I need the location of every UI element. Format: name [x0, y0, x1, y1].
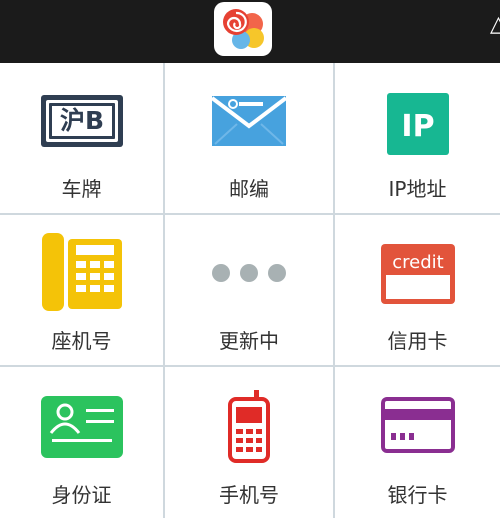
tile-label: 手机号: [219, 483, 279, 507]
bank-card-icon: [380, 397, 455, 453]
feature-grid: 沪B 车牌 邮编 IP IP地址 座机号 更新中 credit 信用卡 身份证 …: [0, 63, 500, 518]
tile-label: IP地址: [388, 177, 447, 201]
tile-credit-card[interactable]: credit 信用卡: [335, 215, 500, 365]
tile-label: 邮编: [229, 177, 269, 201]
license-plate-icon: 沪B: [40, 95, 123, 147]
tile-bank-card[interactable]: 银行卡: [335, 367, 500, 518]
tile-label: 信用卡: [387, 329, 448, 353]
tile-postcode[interactable]: 邮编: [165, 63, 333, 213]
tile-label: 更新中: [219, 329, 279, 353]
id-card-icon: [40, 396, 123, 458]
credit-card-icon: credit: [380, 244, 455, 304]
tile-landline[interactable]: 座机号: [0, 215, 163, 365]
mobile-phone-icon: [228, 390, 270, 463]
tile-updating[interactable]: 更新中: [165, 215, 333, 365]
tile-mobile[interactable]: 手机号: [165, 367, 333, 518]
credit-card-icon-text: credit: [392, 252, 443, 273]
app-logo-icon: [214, 2, 272, 56]
tile-id-card[interactable]: 身份证: [0, 367, 163, 518]
tile-ip-address[interactable]: IP IP地址: [335, 63, 500, 213]
tile-label: 座机号: [51, 329, 112, 353]
dots-icon: [212, 264, 286, 282]
top-right-status-icon: △: [490, 12, 500, 37]
tile-label: 银行卡: [387, 483, 448, 507]
desk-phone-icon: [41, 233, 122, 311]
tile-label: 车牌: [61, 177, 102, 201]
ip-icon-text: IP: [401, 109, 434, 144]
tile-license-plate[interactable]: 沪B 车牌: [0, 63, 163, 213]
tile-label: 身份证: [51, 483, 112, 507]
license-plate-icon-text: 沪B: [59, 106, 103, 135]
ip-icon: IP: [386, 93, 449, 155]
app-header: △: [0, 0, 500, 63]
envelope-icon: [211, 96, 287, 146]
